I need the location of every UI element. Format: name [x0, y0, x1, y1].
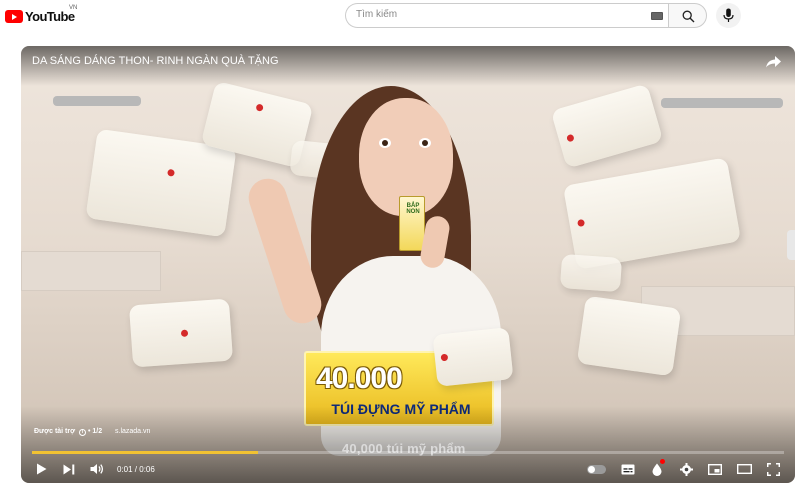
- voice-search-button[interactable]: [716, 3, 741, 28]
- volume-button[interactable]: [87, 459, 107, 479]
- theater-icon: [736, 464, 752, 474]
- cosmetic-bag-image: [128, 298, 234, 368]
- video-player[interactable]: BẮP NON 40.000 TÚI ĐỰNG MỸ PHẨM DA SÁNG …: [21, 46, 795, 483]
- youtube-logo-icon: [5, 10, 23, 23]
- subtitles-button[interactable]: [618, 459, 638, 479]
- autoplay-toggle[interactable]: [587, 465, 606, 474]
- played-bar: [32, 451, 258, 454]
- side-panel-handle[interactable]: [787, 230, 795, 260]
- microphone-icon: [723, 8, 734, 22]
- ambient-icon: [652, 463, 662, 476]
- country-code: VN: [69, 5, 78, 11]
- settings-button[interactable]: [676, 459, 696, 479]
- theater-mode-button[interactable]: [734, 459, 754, 479]
- next-button[interactable]: [59, 459, 79, 479]
- subtitles-icon: [621, 464, 635, 474]
- sponsored-text: Được tài trợ: [34, 428, 76, 435]
- share-icon: [766, 56, 781, 68]
- duration: 0:06: [139, 465, 155, 474]
- share-button[interactable]: [766, 55, 781, 73]
- search-box[interactable]: [345, 3, 668, 28]
- player-controls: 0:01 / 0:06: [21, 456, 795, 482]
- keyboard-icon[interactable]: [651, 12, 663, 20]
- ambient-button[interactable]: [647, 459, 667, 479]
- model-eye: [419, 138, 431, 148]
- ambient-indicator: [660, 459, 665, 464]
- info-icon[interactable]: i: [79, 429, 87, 436]
- current-time: 0:01: [117, 465, 133, 474]
- cosmetic-bag-image: [432, 327, 514, 387]
- logo-text: YouTube: [25, 9, 75, 24]
- settings-icon: [679, 462, 693, 476]
- search-button[interactable]: [668, 3, 707, 28]
- ad-counter: 1/2: [92, 428, 103, 435]
- search-bar: [345, 3, 707, 28]
- search-icon: [682, 10, 695, 23]
- advertiser-link[interactable]: s.lazada.vn: [115, 428, 150, 435]
- youtube-logo[interactable]: YouTube VN: [5, 5, 77, 24]
- play-icon: [36, 463, 46, 475]
- ceiling-lamp: [53, 96, 141, 106]
- model-eye: [379, 138, 391, 148]
- miniplayer-button[interactable]: [705, 459, 725, 479]
- cosmetic-bag-image: [559, 253, 623, 293]
- play-button[interactable]: [31, 459, 51, 479]
- next-icon: [63, 464, 75, 474]
- cosmetic-bag-image: [576, 295, 682, 377]
- time-display: 0:01 / 0:06: [117, 465, 155, 474]
- ad-title[interactable]: DA SÁNG DÁNG THON- RINH NGÀN QUÀ TẶNG: [32, 55, 279, 67]
- sponsored-label: Được tài trợ i • 1/2: [34, 428, 102, 436]
- progress-bar[interactable]: [32, 451, 784, 454]
- miniplayer-icon: [708, 463, 722, 475]
- fullscreen-button[interactable]: [763, 459, 783, 479]
- promo-number: 40.000: [316, 362, 403, 395]
- masthead: YouTube VN: [0, 0, 800, 32]
- milk-carton-image: BẮP NON: [399, 196, 425, 251]
- search-input[interactable]: [356, 9, 636, 20]
- shelf: [21, 251, 161, 291]
- milk-carton-label: BẮP NON: [406, 203, 420, 215]
- fullscreen-icon: [766, 462, 780, 476]
- volume-icon: [90, 464, 104, 474]
- ceiling-lamp: [661, 98, 783, 108]
